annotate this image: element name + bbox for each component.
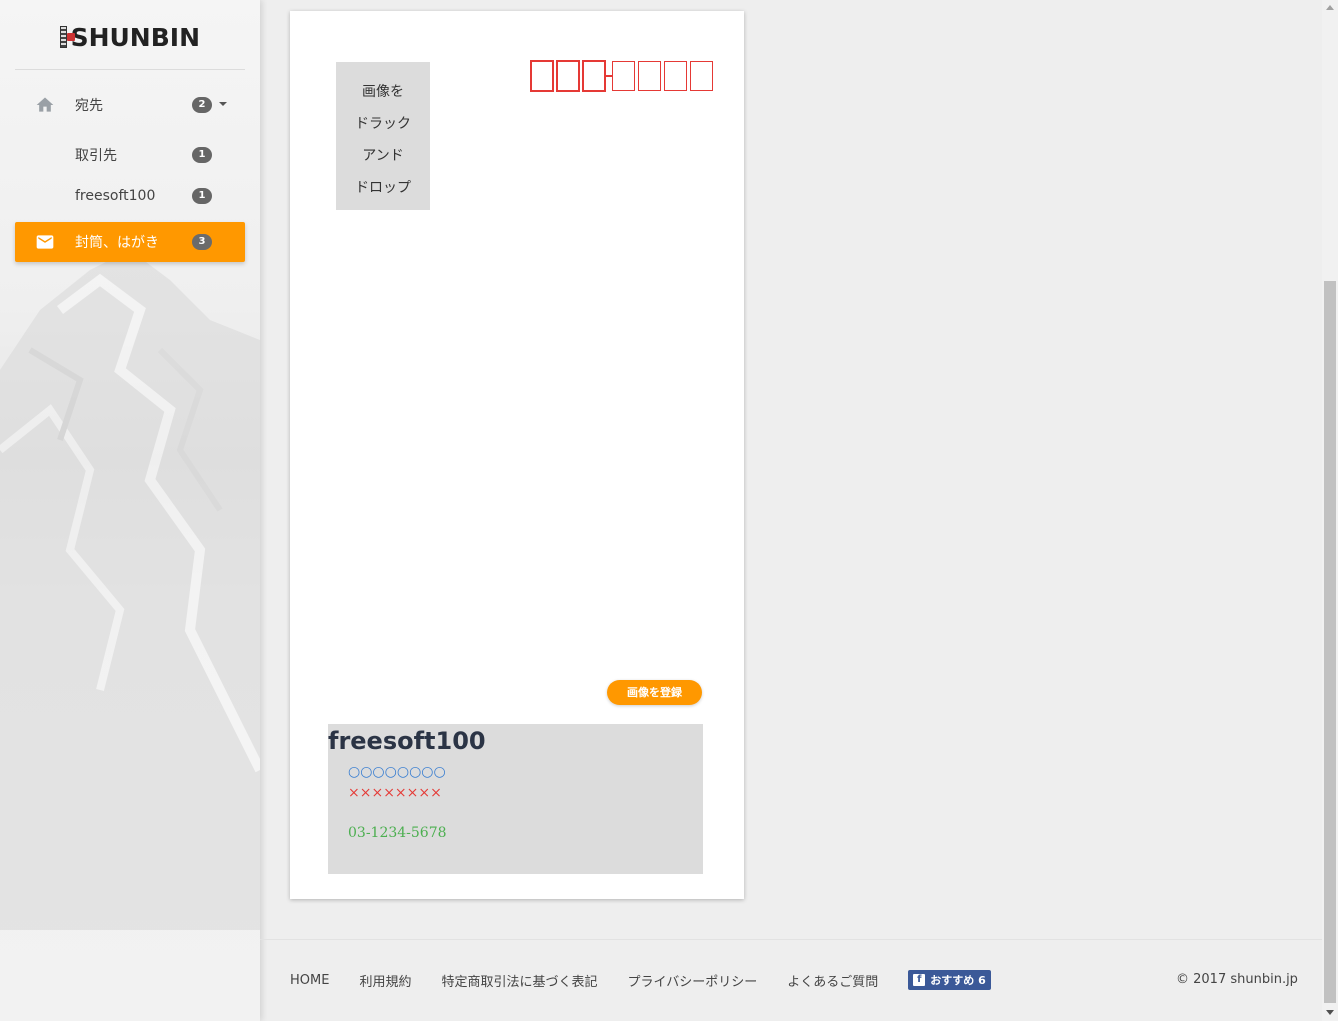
sender-address-line: ○○○○○○○○ [348,764,446,780]
copyright: © 2017 shunbin.jp [1176,972,1298,987]
mail-icon [36,235,54,249]
count-badge: 1 [192,188,212,204]
dropzone-text-line: ドロップ [355,180,411,196]
footer-link-privacy[interactable]: プライバシーポリシー [627,971,757,990]
scroll-up-arrow-icon[interactable] [1326,5,1334,10]
sidebar-item-freesoft100[interactable]: freesoft100 1 [15,176,245,216]
dropzone-text-line: アンド [362,148,404,164]
count-badge: 2 [192,97,212,113]
facebook-icon: f [913,974,926,986]
footer-link-faq[interactable]: よくあるご質問 [787,971,878,990]
postal-box [690,61,713,91]
sender-phone: 03-1234-5678 [348,825,447,841]
sidebar-item-destinations[interactable]: 宛先 2 [15,85,245,125]
chevron-down-icon[interactable] [219,102,227,106]
facebook-recommend-button[interactable]: f おすすめ 6 [908,970,991,990]
scrollbar-thumb[interactable] [1324,281,1336,1003]
dropzone-text-line: 画像を [362,84,404,100]
sidebar-item-label: freesoft100 [75,188,156,204]
postal-code-boxes [530,60,716,92]
footer-link-terms[interactable]: 利用規約 [359,971,411,990]
dropzone-text-line: ドラック [355,116,411,132]
footer-link-home[interactable]: HOME [290,973,329,988]
footer-divider [260,939,1322,940]
postal-box [612,61,635,91]
image-dropzone[interactable]: 画像を ドラック アンド ドロップ [336,62,430,210]
facebook-recommend-label: おすすめ 6 [930,974,986,987]
postal-box [582,60,606,92]
app-logo[interactable]: SHUNBIN [60,22,200,52]
postal-box [530,60,554,92]
home-icon [36,97,54,112]
sender-address-line: ×××××××× [348,785,442,801]
sender-block[interactable]: freesoft100 ○○○○○○○○ ×××××××× 03-1234-56… [328,724,703,874]
postal-box [664,61,687,91]
sidebar: SHUNBIN 宛先 2 取引先 1 freesoft100 1 封筒、はがき … [0,0,260,1021]
scroll-down-arrow-icon[interactable] [1326,1010,1334,1015]
logo-mark-icon [60,26,75,48]
sidebar-item-label: 宛先 [75,98,103,114]
mountain-background-image [0,250,260,930]
sender-name: freesoft100 [328,727,486,755]
count-badge: 1 [192,147,212,163]
sidebar-item-label: 取引先 [75,148,117,164]
postal-box [638,61,661,91]
postal-box [556,60,580,92]
sidebar-divider [15,69,245,70]
sidebar-item-label: 封筒、はがき [75,235,159,251]
sidebar-item-envelopes[interactable]: 封筒、はがき 3 [15,222,245,262]
register-image-button[interactable]: 画像を登録 [607,680,702,705]
sidebar-item-clients[interactable]: 取引先 1 [15,135,245,175]
footer-link-commerce-law[interactable]: 特定商取引法に基づく表記 [441,971,597,990]
footer-links: HOME 利用規約 特定商取引法に基づく表記 プライバシーポリシー よくあるご質… [290,970,991,990]
envelope-preview: 画像を ドラック アンド ドロップ 画像を登録 freesoft100 ○○○○… [290,11,744,899]
logo-text: SHUNBIN [70,22,200,52]
count-badge: 3 [192,234,212,250]
